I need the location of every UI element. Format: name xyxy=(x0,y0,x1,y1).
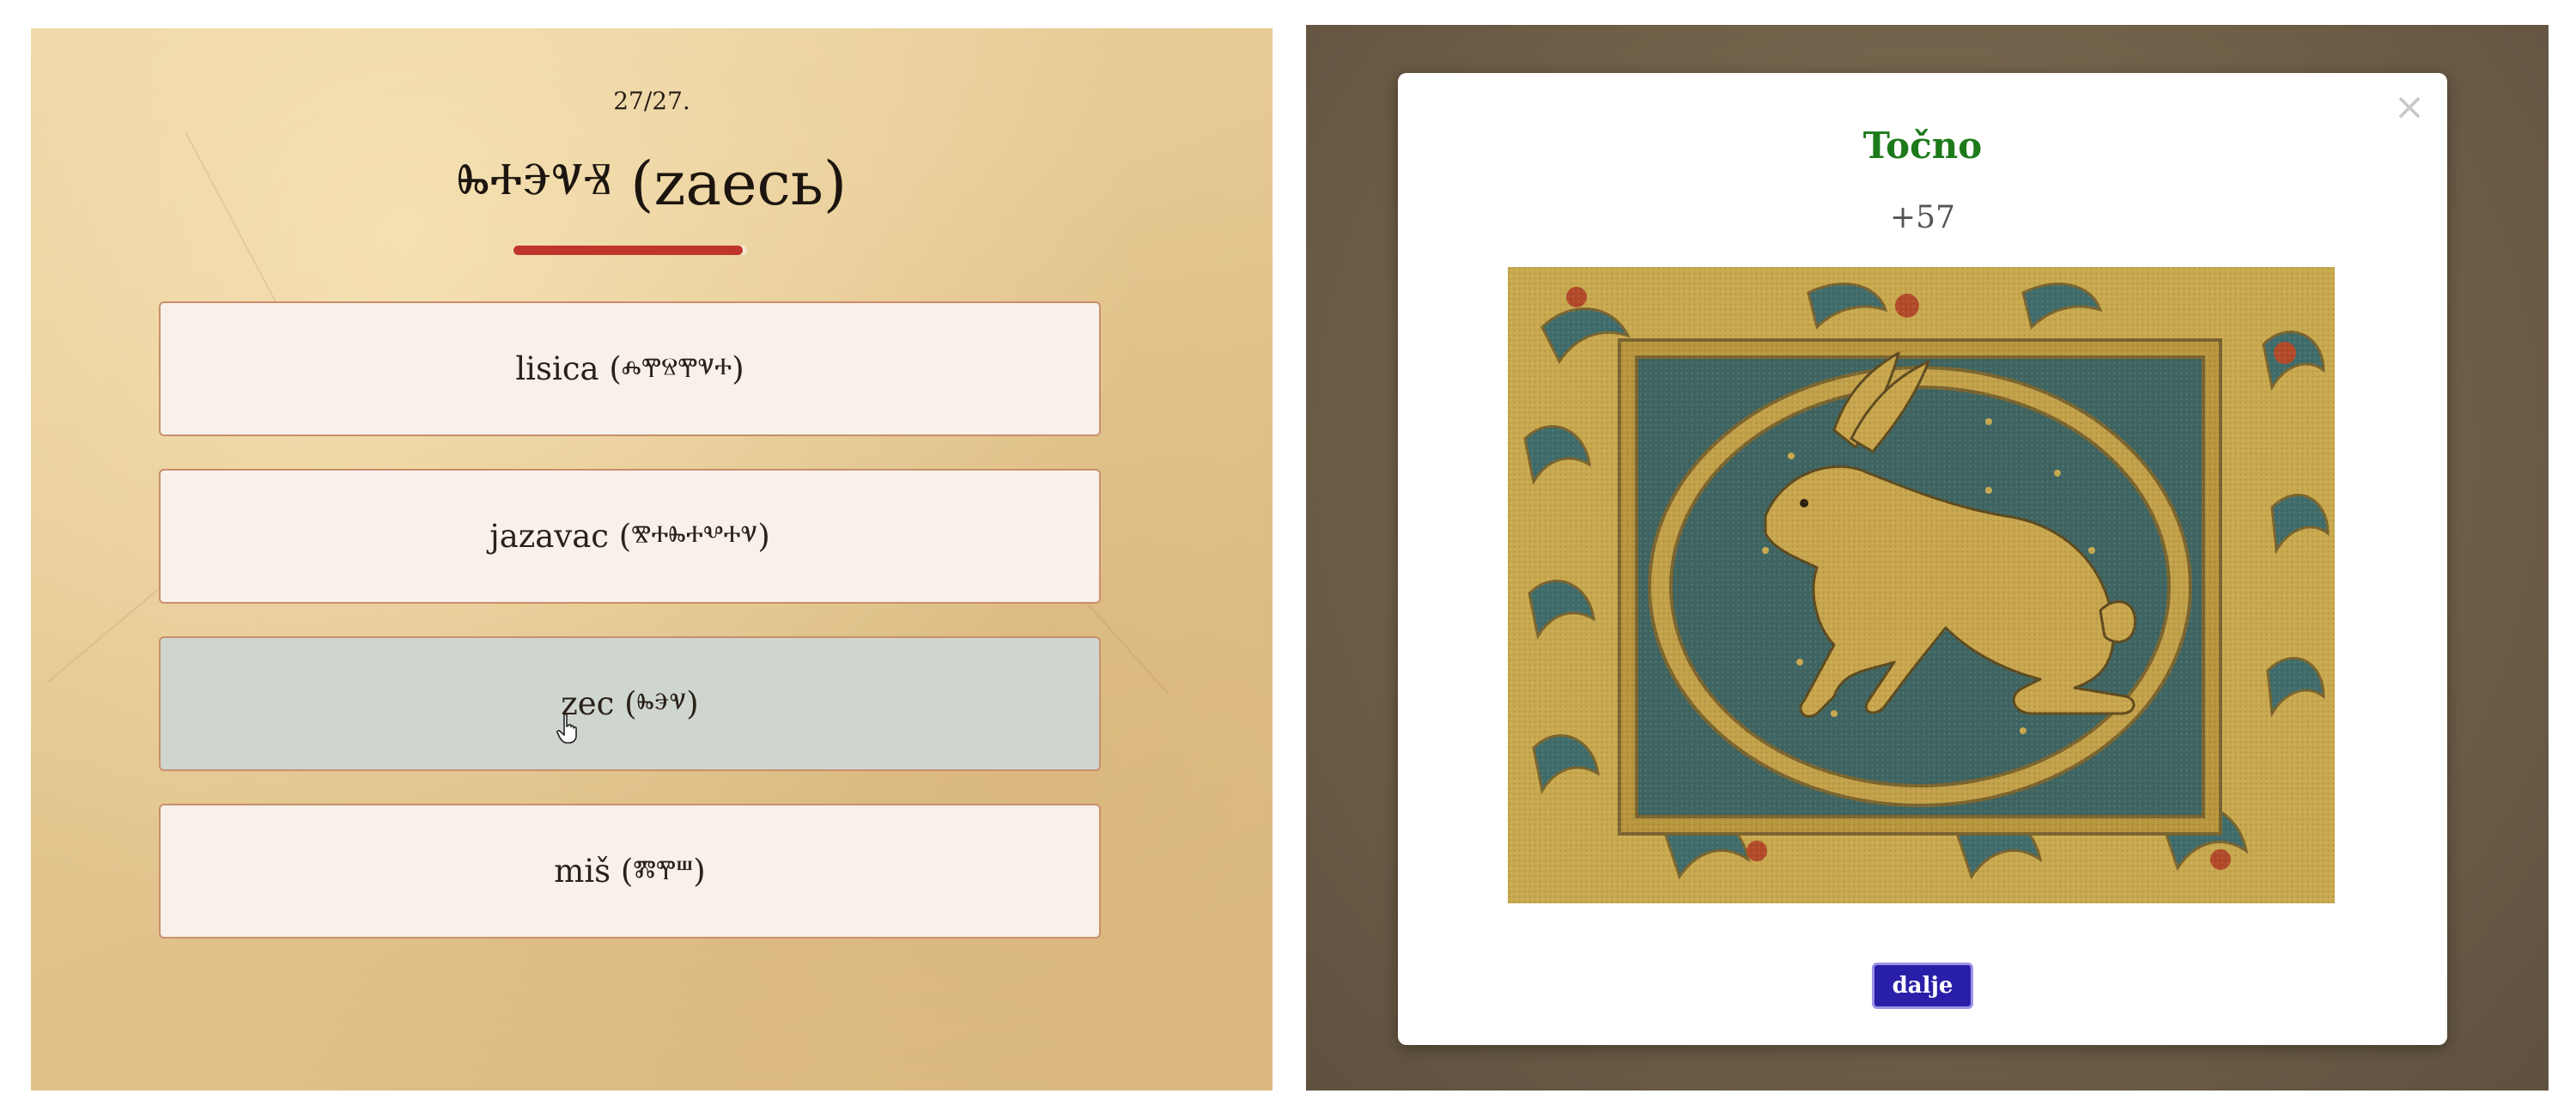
progress-bar xyxy=(513,246,747,255)
quiz-panel: 27/27. ⰸⰰⰵⱌⱐ (zaecь) lisica (ⰾⰹⱄⰹⱌⰰ) jaz… xyxy=(31,28,1273,1091)
answer-option-lisica[interactable]: lisica (ⰾⰹⱄⰹⱌⰰ) xyxy=(159,301,1101,436)
hand-cursor-icon xyxy=(556,714,577,744)
result-modal: × Točno +57 dalje xyxy=(1398,73,2447,1045)
answer-option-mis[interactable]: miš (ⰿⰹⱎ) xyxy=(159,804,1101,939)
answer-option-zec[interactable]: zec (ⰸⰵⱌ) xyxy=(159,636,1101,771)
question-counter: 27/27. xyxy=(613,87,690,115)
progress-bar-fill xyxy=(513,246,743,255)
parchment-crack xyxy=(47,581,167,683)
close-icon[interactable]: × xyxy=(2391,88,2428,126)
score-gain: +57 xyxy=(1890,200,1955,235)
next-button[interactable]: dalje xyxy=(1872,963,1973,1009)
hare-illustration xyxy=(1508,267,2335,903)
answer-option-jazavac[interactable]: jazavac (ⰺⰰⰸⰰⰲⰰⱌ) xyxy=(159,469,1101,604)
result-title: Točno xyxy=(1862,125,1983,167)
modal-overlay: × Točno +57 dalje xyxy=(1306,25,2549,1091)
question-word: ⰸⰰⰵⱌⱐ (zaecь) xyxy=(456,149,848,219)
